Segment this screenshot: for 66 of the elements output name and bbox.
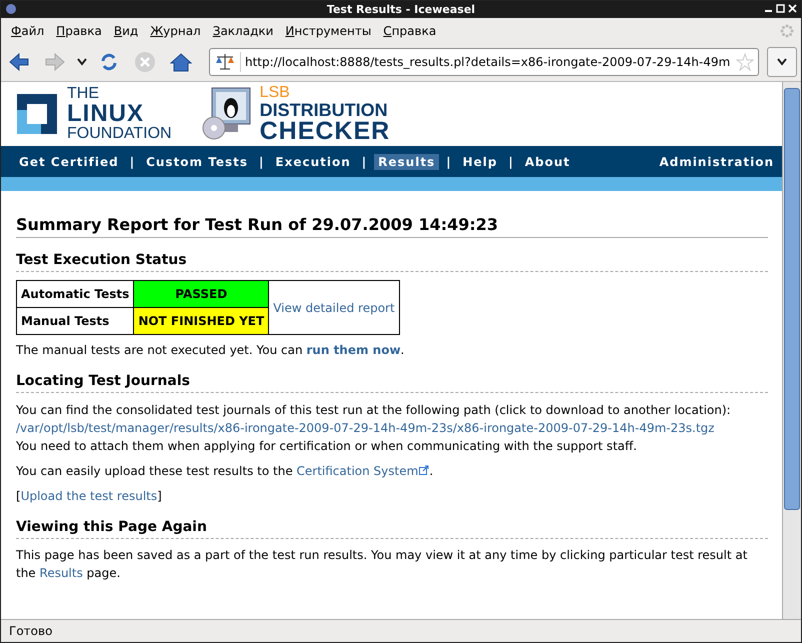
logo-text: CHECKER bbox=[260, 118, 390, 144]
section-heading: Locating Test Journals bbox=[16, 373, 768, 393]
caret-icon[interactable] bbox=[77, 58, 87, 66]
arrow-left-icon bbox=[8, 52, 30, 72]
logo-text: FOUNDATION bbox=[67, 126, 172, 142]
nav-separator: | bbox=[258, 154, 266, 168]
link[interactable]: run them now bbox=[306, 343, 401, 357]
paragraph: The manual tests are not executed yet. You can run them now. bbox=[16, 342, 406, 359]
nav-link[interactable]: Custom Tests bbox=[142, 154, 252, 170]
dropdown-button[interactable] bbox=[767, 47, 797, 77]
nav-link[interactable]: Results bbox=[374, 154, 440, 170]
menu-item[interactable]: Вид bbox=[108, 24, 144, 38]
link[interactable]: Results bbox=[40, 566, 83, 580]
nav-link[interactable]: Help bbox=[458, 154, 502, 170]
monitor-with-penguin-and-disc-drawing bbox=[202, 86, 252, 142]
maximize-icon[interactable] bbox=[776, 4, 785, 13]
close-icon[interactable] bbox=[788, 4, 797, 13]
nav-separator: | bbox=[360, 154, 368, 168]
scrollbar-thumb[interactable] bbox=[784, 88, 800, 510]
bracket: ] bbox=[157, 489, 162, 503]
logo-text: LINUX bbox=[67, 102, 144, 126]
status-cell: NOT FINISHED YET bbox=[134, 308, 269, 334]
nav-link[interactable]: Administration bbox=[659, 154, 774, 168]
nav-link[interactable]: Get Certified bbox=[15, 154, 123, 170]
bracket: [ bbox=[16, 489, 21, 503]
star-icon[interactable] bbox=[736, 53, 754, 71]
nav-separator: | bbox=[507, 154, 515, 168]
section-heading: Viewing this Page Again bbox=[16, 519, 768, 539]
arrow-right-icon bbox=[44, 52, 66, 72]
throbber-icon bbox=[779, 22, 795, 38]
status-bar: Готово bbox=[1, 619, 801, 642]
paragraph: You can easily upload these test results to the Certification System . bbox=[16, 463, 434, 480]
caret-icon bbox=[777, 58, 787, 66]
page-title: Summary Report for Test Run of 29.07.2009 14:49:23 bbox=[16, 215, 768, 238]
menu-item[interactable]: Инструменты bbox=[279, 24, 378, 38]
menu-item[interactable]: Правка bbox=[50, 24, 108, 38]
scrollbar[interactable] bbox=[782, 82, 801, 619]
globe-icon bbox=[5, 3, 17, 15]
paragraph: You can find the consolidated test journals of this test run at the following path (click to download to another location): bbox=[16, 402, 732, 419]
menu-item[interactable]: Справка bbox=[377, 24, 442, 38]
menu-item[interactable]: Журнал bbox=[144, 24, 207, 38]
status-cell: PASSED bbox=[134, 280, 269, 308]
paragraph: This page has been saved as a part of the test run results. You may view it at any time by clicking particular test result at the Results page. bbox=[16, 547, 748, 582]
external-link-icon bbox=[419, 465, 430, 475]
stop-icon bbox=[134, 51, 156, 73]
nav-link[interactable]: About bbox=[520, 154, 574, 170]
link[interactable]: Certification System bbox=[296, 464, 430, 478]
menu-item[interactable]: Закладки bbox=[206, 24, 280, 38]
nav-link[interactable]: Execution bbox=[271, 154, 355, 170]
logo-text: LSB bbox=[260, 84, 291, 100]
window-title: Test Results - Iceweasel bbox=[326, 3, 476, 16]
nav-separator: | bbox=[445, 154, 453, 168]
square-logo-icon bbox=[15, 92, 59, 136]
nav-separator: | bbox=[128, 154, 136, 168]
menu-item[interactable]: Файл bbox=[5, 24, 50, 38]
table-cell: Automatic Tests bbox=[16, 280, 134, 308]
address-field[interactable]: http://localhost:8888/tests_results.pl?details=x86-irongate-2009-07-29-14h-49m bbox=[209, 48, 759, 76]
reload-icon bbox=[99, 52, 119, 72]
file-path-link[interactable]: /var/opt/lsb/test/manager/results/x86-irongate-2009-07-29-14h-49m-23s/x86-irongate-2009-07-29-14h-49m-23s.tgz bbox=[16, 421, 714, 435]
table-cell: Manual Tests bbox=[16, 308, 134, 334]
section-heading: Test Execution Status bbox=[16, 252, 768, 272]
paragraph: You need to attach them when applying for certification or when communicating with the support staff. bbox=[16, 438, 638, 455]
logo-text: DISTRIBUTION bbox=[260, 100, 389, 118]
house-icon bbox=[170, 52, 192, 72]
upload-link[interactable]: Upload the test results bbox=[20, 489, 158, 503]
logo-text: THE bbox=[67, 86, 100, 102]
